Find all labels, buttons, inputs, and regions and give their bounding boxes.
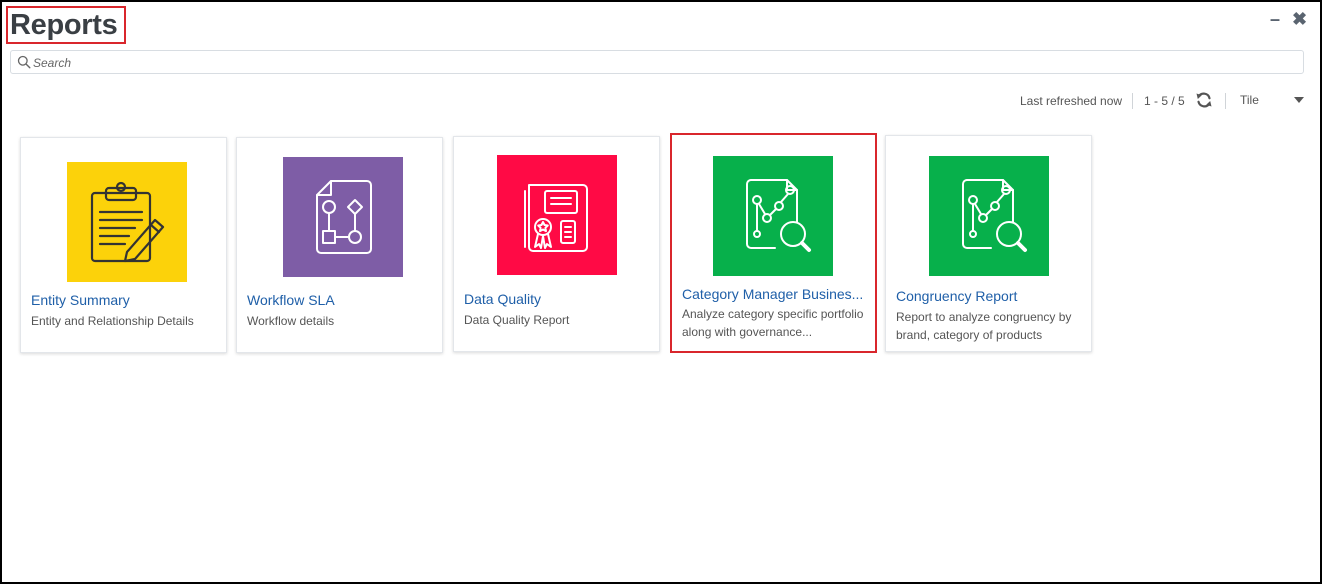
report-description: Entity and Relationship Details (31, 314, 194, 328)
chart-magnifier-icon (929, 156, 1049, 276)
report-description: Workflow details (247, 314, 335, 328)
report-card-category-manager[interactable]: Category Manager Busines... Analyze cate… (670, 133, 877, 353)
report-description: Data Quality Report (464, 313, 570, 327)
chart-magnifier-icon (713, 156, 833, 276)
report-title[interactable]: Data Quality (464, 291, 651, 307)
last-refreshed-status: Last refreshed now (1020, 94, 1123, 108)
toolbar-divider (1132, 93, 1133, 109)
minimize-icon[interactable]: – (1270, 10, 1280, 28)
chevron-down-icon (1294, 97, 1304, 103)
report-card-data-quality[interactable]: Data Quality Data Quality Report (453, 136, 660, 352)
search-input[interactable] (33, 54, 1293, 71)
report-card-entity-summary[interactable]: Entity Summary Entity and Relationship D… (20, 137, 227, 353)
close-icon[interactable]: ✖ (1292, 10, 1307, 28)
report-card-workflow-sla[interactable]: Workflow SLA Workflow details (236, 137, 443, 353)
view-mode-dropdown[interactable]: Tile (1240, 93, 1306, 111)
report-title[interactable]: Workflow SLA (247, 292, 434, 308)
certificate-report-icon (497, 155, 617, 275)
report-title[interactable]: Category Manager Busines... (682, 286, 869, 302)
view-mode-label: Tile (1240, 93, 1259, 107)
workflow-document-icon (283, 157, 403, 277)
refresh-icon[interactable] (1195, 91, 1213, 109)
page-title: Reports (10, 9, 118, 41)
report-title[interactable]: Entity Summary (31, 292, 218, 308)
toolbar-divider (1225, 93, 1226, 109)
report-title[interactable]: Congruency Report (896, 288, 1083, 304)
report-card-congruency[interactable]: Congruency Report Report to analyze cong… (885, 135, 1092, 352)
clipboard-pen-icon (67, 162, 187, 282)
search-bar[interactable] (10, 50, 1304, 74)
result-count: 1 - 5 / 5 (1144, 94, 1185, 108)
search-icon (17, 55, 31, 69)
report-description: Analyze category specific portfolio alon… (682, 307, 864, 339)
report-description: Report to analyze congruency by brand, c… (896, 310, 1072, 342)
